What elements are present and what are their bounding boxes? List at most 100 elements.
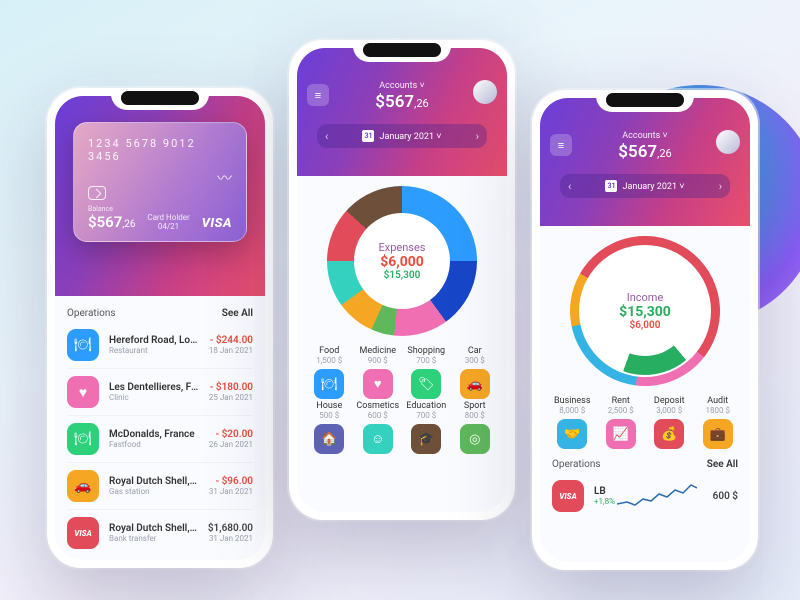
category-house[interactable]: House500 $ 🏠 — [307, 401, 352, 454]
card-chip-icon — [88, 186, 106, 200]
operation-icon: ♥ — [67, 376, 99, 408]
category-label: Sport — [464, 401, 486, 411]
operation-title: LB — [594, 486, 607, 497]
category-deposit[interactable]: Deposit3,000 $💰 — [647, 396, 692, 449]
operation-subtitle: Restaurant — [109, 346, 199, 355]
category-cosmetics[interactable]: Cosmetics600 $☺ — [356, 401, 401, 454]
operation-icon: VISA — [67, 517, 99, 549]
category-sport[interactable]: Sport800 $ ◎ — [453, 401, 498, 454]
donut-primary: $15,300 — [619, 304, 671, 320]
category-amount: 700 $ — [416, 411, 436, 420]
card-number: 1234 5678 9012 3456 — [88, 137, 232, 163]
category-business[interactable]: Business8,000 $🤝 — [550, 396, 595, 449]
phone-expenses: ≡ Accounts ˅ $567,26 ‹ 31 January 2021 ˅… — [289, 40, 515, 520]
category-label: Business — [554, 396, 590, 406]
card-brand: VISA — [202, 216, 232, 231]
operation-date: 18 Jan 2021 — [209, 346, 253, 355]
category-label: Audit — [707, 396, 728, 406]
category-education[interactable]: Education700 $ 🎓 — [404, 401, 449, 454]
card-balance-label: Balance — [88, 205, 136, 213]
operation-icon: 🍽 — [67, 329, 99, 361]
operation-row[interactable]: VISARoyal Dutch Shell, ItalyBank transfe… — [55, 513, 265, 553]
calendar-icon: 31 — [605, 180, 617, 192]
phone-notch — [111, 88, 209, 110]
date-picker[interactable]: 31 January 2021 ˅ — [362, 130, 441, 142]
category-label: Medicine — [359, 346, 396, 356]
date-picker[interactable]: 31 January 2021 ˅ — [605, 180, 684, 192]
category-audit[interactable]: Audit1800 $💼 — [696, 396, 741, 449]
operation-icon: 🍽 — [67, 423, 99, 455]
operation-subtitle: Bank transfer — [109, 534, 198, 543]
card-header: 1234 5678 9012 3456 〰 Balance $567,26 Ca… — [55, 96, 265, 296]
operation-date: 25 Jan 2021 — [209, 393, 253, 402]
operation-row[interactable]: 🚗Royal Dutch Shell, ItalyGas station- $9… — [55, 466, 265, 506]
category-icon: ♥ — [363, 369, 393, 399]
donut-primary: $6,000 — [380, 254, 424, 270]
operation-row[interactable]: 🍽 McDonalds, FranceFastfood - $20.0026 Jan… — [55, 419, 265, 459]
category-label: Education — [406, 401, 446, 411]
category-icon: 🎓 — [411, 424, 441, 454]
category-icon: 📈 — [606, 419, 636, 449]
operation-amount: - $96.00 — [209, 476, 253, 487]
donut-label: Expenses — [379, 241, 426, 254]
category-label: House — [316, 401, 342, 411]
category-rent[interactable]: Rent2,500 $📈 — [599, 396, 644, 449]
operation-subtitle: Fastfood — [109, 440, 199, 449]
category-amount: 2,500 $ — [608, 406, 634, 415]
header-balance: $567,26 — [552, 142, 738, 162]
category-icon: ☺ — [363, 424, 393, 454]
operation-date: 31 Jan 2021 — [209, 487, 253, 496]
contactless-icon: 〰 — [217, 167, 232, 188]
sparkline-chart — [617, 482, 697, 510]
operation-amount: 600 $ — [713, 491, 738, 502]
card-balance: $567,26 — [88, 213, 136, 231]
category-car[interactable]: Car300 $🚗 — [453, 346, 498, 399]
operation-amount: $1,680.00 — [208, 523, 253, 534]
next-month-button[interactable]: › — [476, 130, 479, 143]
phone-operations: 1234 5678 9012 3456 〰 Balance $567,26 Ca… — [47, 88, 273, 568]
phone-notch — [596, 90, 694, 112]
operation-amount: - $244.00 — [209, 335, 253, 346]
prev-month-button[interactable]: ‹ — [325, 130, 328, 143]
phone-notch — [353, 40, 451, 62]
category-icon: ◎ — [460, 424, 490, 454]
category-icon: 🏠 — [314, 424, 344, 454]
operation-title: McDonalds, France — [109, 429, 199, 440]
operation-title: Royal Dutch Shell, Italy — [109, 476, 199, 487]
see-all-link[interactable]: See All — [222, 308, 253, 319]
operation-amount: - $20.00 — [209, 429, 253, 440]
see-all-link[interactable]: See All — [707, 459, 738, 470]
prev-month-button[interactable]: ‹ — [568, 180, 571, 193]
operation-icon: 🚗 — [67, 470, 99, 502]
accounts-dropdown[interactable]: Accounts ˅ — [552, 130, 738, 141]
operation-date: 31 Jan 2021 — [208, 534, 253, 543]
credit-card[interactable]: 1234 5678 9012 3456 〰 Balance $567,26 Ca… — [73, 122, 247, 242]
operations-heading: Operations — [67, 308, 116, 319]
category-amount: 700 $ — [416, 356, 436, 365]
operation-change: +1,8% — [594, 497, 607, 506]
category-icon: 💼 — [703, 419, 733, 449]
operation-title: Les Dentellieres, France — [109, 382, 199, 393]
category-medicine[interactable]: Medicine900 $♥ — [356, 346, 401, 399]
operation-row[interactable]: ♥Les Dentellieres, FranceClinic- $180.00… — [55, 372, 265, 412]
next-month-button[interactable]: › — [719, 180, 722, 193]
category-amount: 800 $ — [465, 411, 485, 420]
operations-heading: Operations — [552, 459, 601, 470]
category-icon: 🍽 — [314, 369, 344, 399]
operation-date: 26 Jan 2021 — [209, 440, 253, 449]
expenses-donut-chart[interactable]: Expenses $6,000 $15,300 — [327, 186, 477, 336]
category-amount: 500 $ — [319, 411, 339, 420]
header-balance: $567,26 — [309, 92, 495, 112]
category-food[interactable]: Food1,500 $🍽 — [307, 346, 352, 399]
accounts-dropdown[interactable]: Accounts ˅ — [309, 80, 495, 91]
income-donut-chart[interactable]: Income $15,300 $6,000 — [570, 236, 720, 386]
phone-income: ≡ Accounts ˅ $567,26 ‹ 31 January 2021 ˅… — [532, 90, 758, 570]
category-icon: 💰 — [654, 419, 684, 449]
category-shopping[interactable]: Shopping700 $🏷 — [404, 346, 449, 399]
category-amount: 600 $ — [368, 411, 388, 420]
category-label: Shopping — [407, 346, 445, 356]
operation-row[interactable]: 🍽Hereford Road, LondonRestaurant- $244.0… — [55, 325, 265, 365]
operation-row[interactable]: VISA LB +1,8% 600 $ — [540, 476, 750, 516]
category-icon: 🚗 — [460, 369, 490, 399]
category-label: Food — [319, 346, 339, 356]
